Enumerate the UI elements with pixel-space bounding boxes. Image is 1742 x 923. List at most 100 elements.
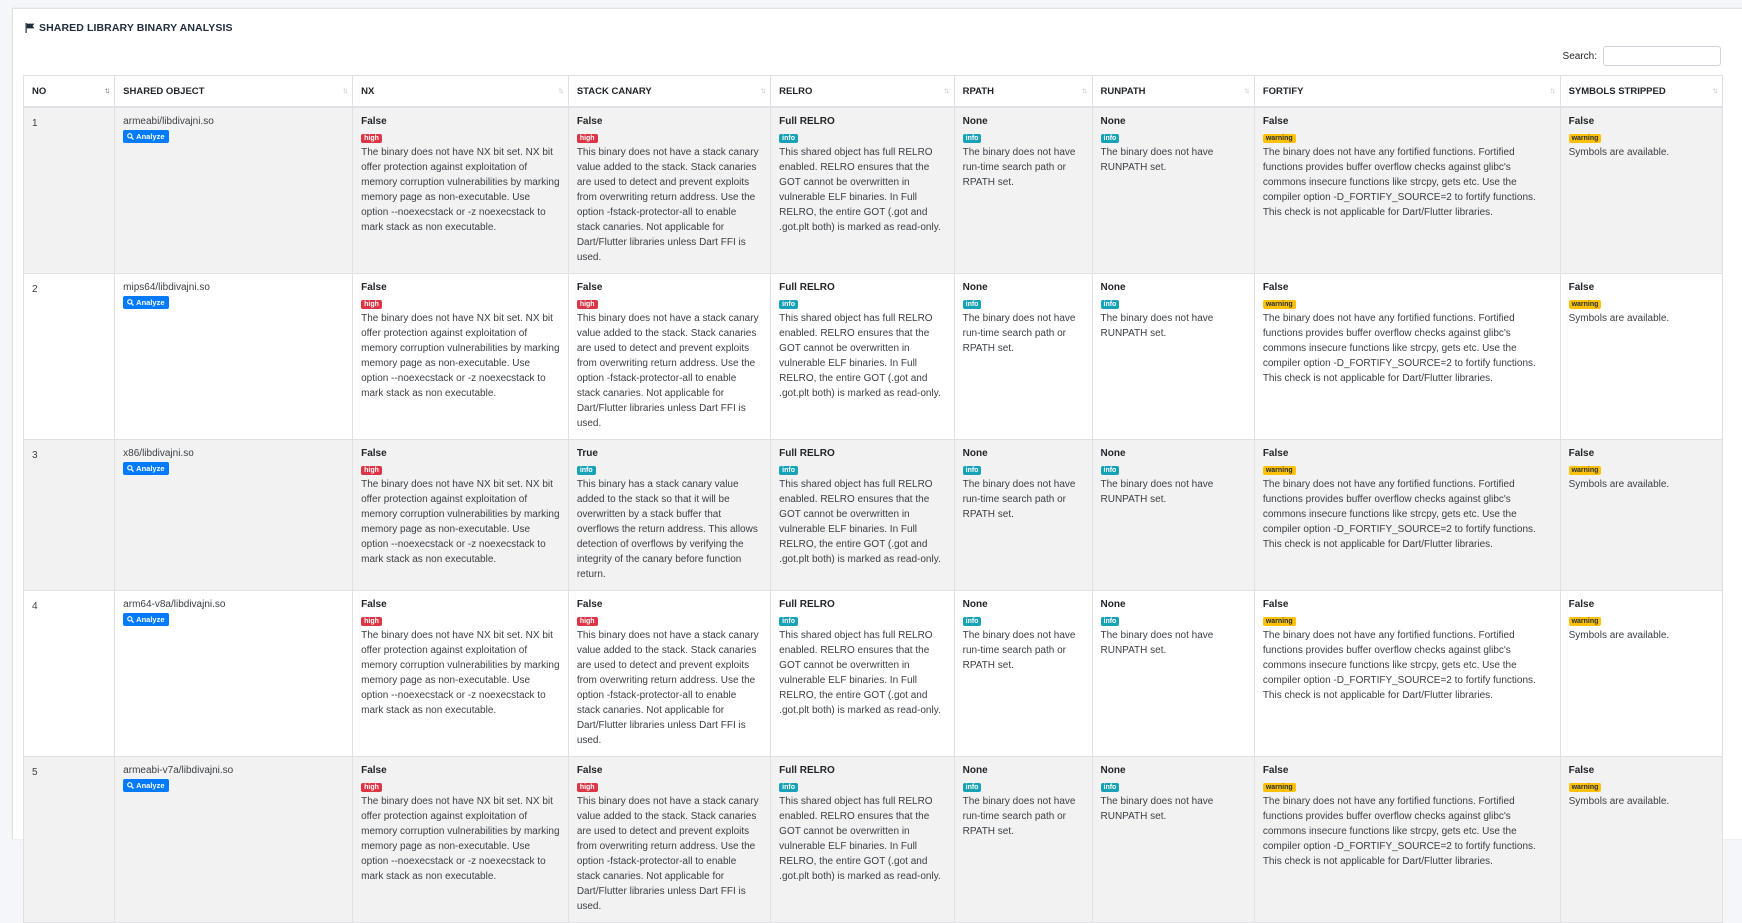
check-value: True [576, 448, 598, 459]
row-number: 1 [22, 106, 116, 274]
analyze-label: Analyze [136, 298, 165, 307]
runpath-cell: None info The binary does not have RUNPATH… [1091, 590, 1255, 757]
check-value: False [576, 599, 603, 610]
sort-icon: ↑↓ [1243, 86, 1250, 95]
check-description: The binary does not have any fortified f… [1262, 479, 1536, 550]
severity-badge: high [576, 783, 598, 792]
check-description: The binary does not have run-time search… [962, 313, 1076, 354]
severity-badge: warning [1262, 617, 1296, 626]
search-icon [127, 782, 135, 789]
row-number: 3 [22, 439, 116, 591]
analyze-button[interactable]: Analyze [123, 296, 169, 309]
symbols-stripped-cell: False warning Symbols are available. [1559, 590, 1724, 757]
check-description: This shared object has full RELRO enable… [779, 479, 941, 565]
table-row: 1 armeabi/libdivajni.so Analyze False high Th… [22, 106, 1724, 274]
sort-icon: ↑↓ [1549, 86, 1556, 95]
check-value: Full RELRO [779, 116, 835, 127]
section-title-text: SHARED LIBRARY BINARY ANALYSIS [39, 22, 233, 34]
analyze-button[interactable]: Analyze [123, 130, 169, 143]
sort-icon: ↑↓ [1081, 86, 1088, 95]
section-title: SHARED LIBRARY BINARY ANALYSIS [25, 22, 233, 34]
sort-asc-icon: ↑↓ [104, 86, 110, 95]
column-header-runpath[interactable]: RUNPATH ↑↓ [1091, 75, 1255, 108]
check-description: The binary does not have run-time search… [962, 630, 1076, 671]
check-description: Symbols are available. [1568, 313, 1670, 324]
analyze-label: Analyze [136, 615, 165, 624]
analyze-button[interactable]: Analyze [123, 779, 169, 792]
severity-badge: warning [1262, 466, 1296, 475]
check-value: False [1262, 765, 1289, 776]
check-value: False [1568, 765, 1595, 776]
check-value: None [1100, 448, 1126, 459]
shared-object-cell: arm64-v8a/libdivajni.so Analyze [114, 590, 354, 757]
column-header-symbols-stripped[interactable]: SYMBOLS STRIPPED ↑↓ [1559, 75, 1724, 108]
shared-object-cell: armeabi-v7a/libdivajni.so Analyze [114, 756, 354, 923]
shared-object-name: x86/libdivajni.so [123, 448, 194, 459]
check-value: Full RELRO [779, 765, 835, 776]
check-description: This binary does not have a stack canary… [576, 630, 759, 746]
search-label: Search: [1562, 50, 1597, 62]
table-row: 3 x86/libdivajni.so Analyze False high The bi… [22, 439, 1724, 591]
severity-badge: info [1100, 783, 1120, 792]
stack-canary-cell: False high This binary does not have a sta… [567, 106, 772, 274]
check-value: False [361, 448, 387, 459]
check-description: The binary does not have RUNPATH set. [1100, 796, 1214, 822]
check-description: Symbols are available. [1568, 796, 1670, 807]
column-header-no[interactable]: NO ↑↓ [22, 75, 116, 108]
check-description: The binary does not have any fortified f… [1262, 313, 1536, 384]
check-description: The binary does not have NX bit set. NX … [361, 479, 560, 565]
analyze-button[interactable]: Analyze [123, 462, 169, 475]
relro-cell: Full RELRO info This shared object has ful… [770, 756, 955, 923]
relro-cell: Full RELRO info This shared object has ful… [770, 590, 955, 757]
analyze-label: Analyze [136, 132, 165, 141]
check-value: None [1100, 116, 1126, 127]
nx-cell: False high The binary does not have NX bit… [352, 106, 569, 274]
search-input[interactable] [1603, 46, 1721, 66]
check-description: This shared object has full RELRO enable… [779, 313, 941, 399]
symbols-stripped-cell: False warning Symbols are available. [1559, 106, 1724, 274]
severity-badge: warning [1568, 783, 1602, 792]
runpath-cell: None info The binary does not have RUNPATH… [1091, 106, 1255, 274]
nx-cell: False high The binary does not have NX bit… [352, 439, 569, 591]
check-description: The binary does not have NX bit set. NX … [361, 630, 560, 716]
check-value: False [1568, 448, 1595, 459]
nx-cell: False high The binary does not have NX bit… [352, 756, 569, 923]
check-value: None [962, 448, 988, 459]
column-header-relro[interactable]: RELRO ↑↓ [770, 75, 955, 108]
sort-icon: ↑↓ [557, 86, 564, 95]
stack-canary-cell: False high This binary does not have a sta… [567, 273, 772, 440]
severity-badge: warning [1568, 300, 1602, 309]
column-header-shared-object[interactable]: SHARED OBJECT ↑↓ [114, 75, 354, 108]
column-header-rpath[interactable]: RPATH ↑↓ [953, 75, 1093, 108]
check-description: This binary does not have a stack canary… [576, 147, 759, 263]
analyze-button[interactable]: Analyze [123, 613, 169, 626]
check-description: This binary does not have a stack canary… [576, 313, 759, 429]
fortify-cell: False warning The binary does not have any… [1253, 439, 1561, 591]
stack-canary-cell: True info This binary has a stack canary v… [567, 439, 772, 591]
check-description: This binary does not have a stack canary… [576, 796, 759, 912]
check-value: Full RELRO [779, 448, 835, 459]
check-description: The binary does not have RUNPATH set. [1100, 479, 1214, 505]
severity-badge: info [962, 300, 982, 309]
check-description: The binary does not have NX bit set. NX … [361, 313, 560, 399]
column-header-fortify[interactable]: FORTIFY ↑↓ [1253, 75, 1561, 108]
column-header-stack-canary[interactable]: STACK CANARY ↑↓ [567, 75, 772, 108]
rpath-cell: None info The binary does not have run-tim… [953, 273, 1093, 440]
check-description: This shared object has full RELRO enable… [779, 147, 941, 233]
shared-object-name: armeabi-v7a/libdivajni.so [123, 765, 234, 776]
stack-canary-cell: False high This binary does not have a sta… [567, 590, 772, 757]
severity-badge: high [361, 134, 382, 143]
severity-badge: info [779, 783, 798, 792]
table-row: 5 armeabi-v7a/libdivajni.so Analyze False hi… [22, 756, 1724, 923]
check-description: The binary does not have any fortified f… [1262, 796, 1536, 867]
check-description: The binary does not have run-time search… [962, 147, 1076, 188]
check-value: Full RELRO [779, 599, 835, 610]
runpath-cell: None info The binary does not have RUNPATH… [1091, 756, 1255, 923]
sort-icon: ↑↓ [760, 86, 766, 95]
search-area: Search: [1563, 46, 1721, 66]
runpath-cell: None info The binary does not have RUNPATH… [1091, 439, 1255, 591]
severity-badge: info [1100, 300, 1120, 309]
check-description: The binary does not have any fortified f… [1262, 630, 1536, 701]
column-header-nx[interactable]: NX ↑↓ [352, 75, 569, 108]
search-icon [127, 299, 135, 306]
